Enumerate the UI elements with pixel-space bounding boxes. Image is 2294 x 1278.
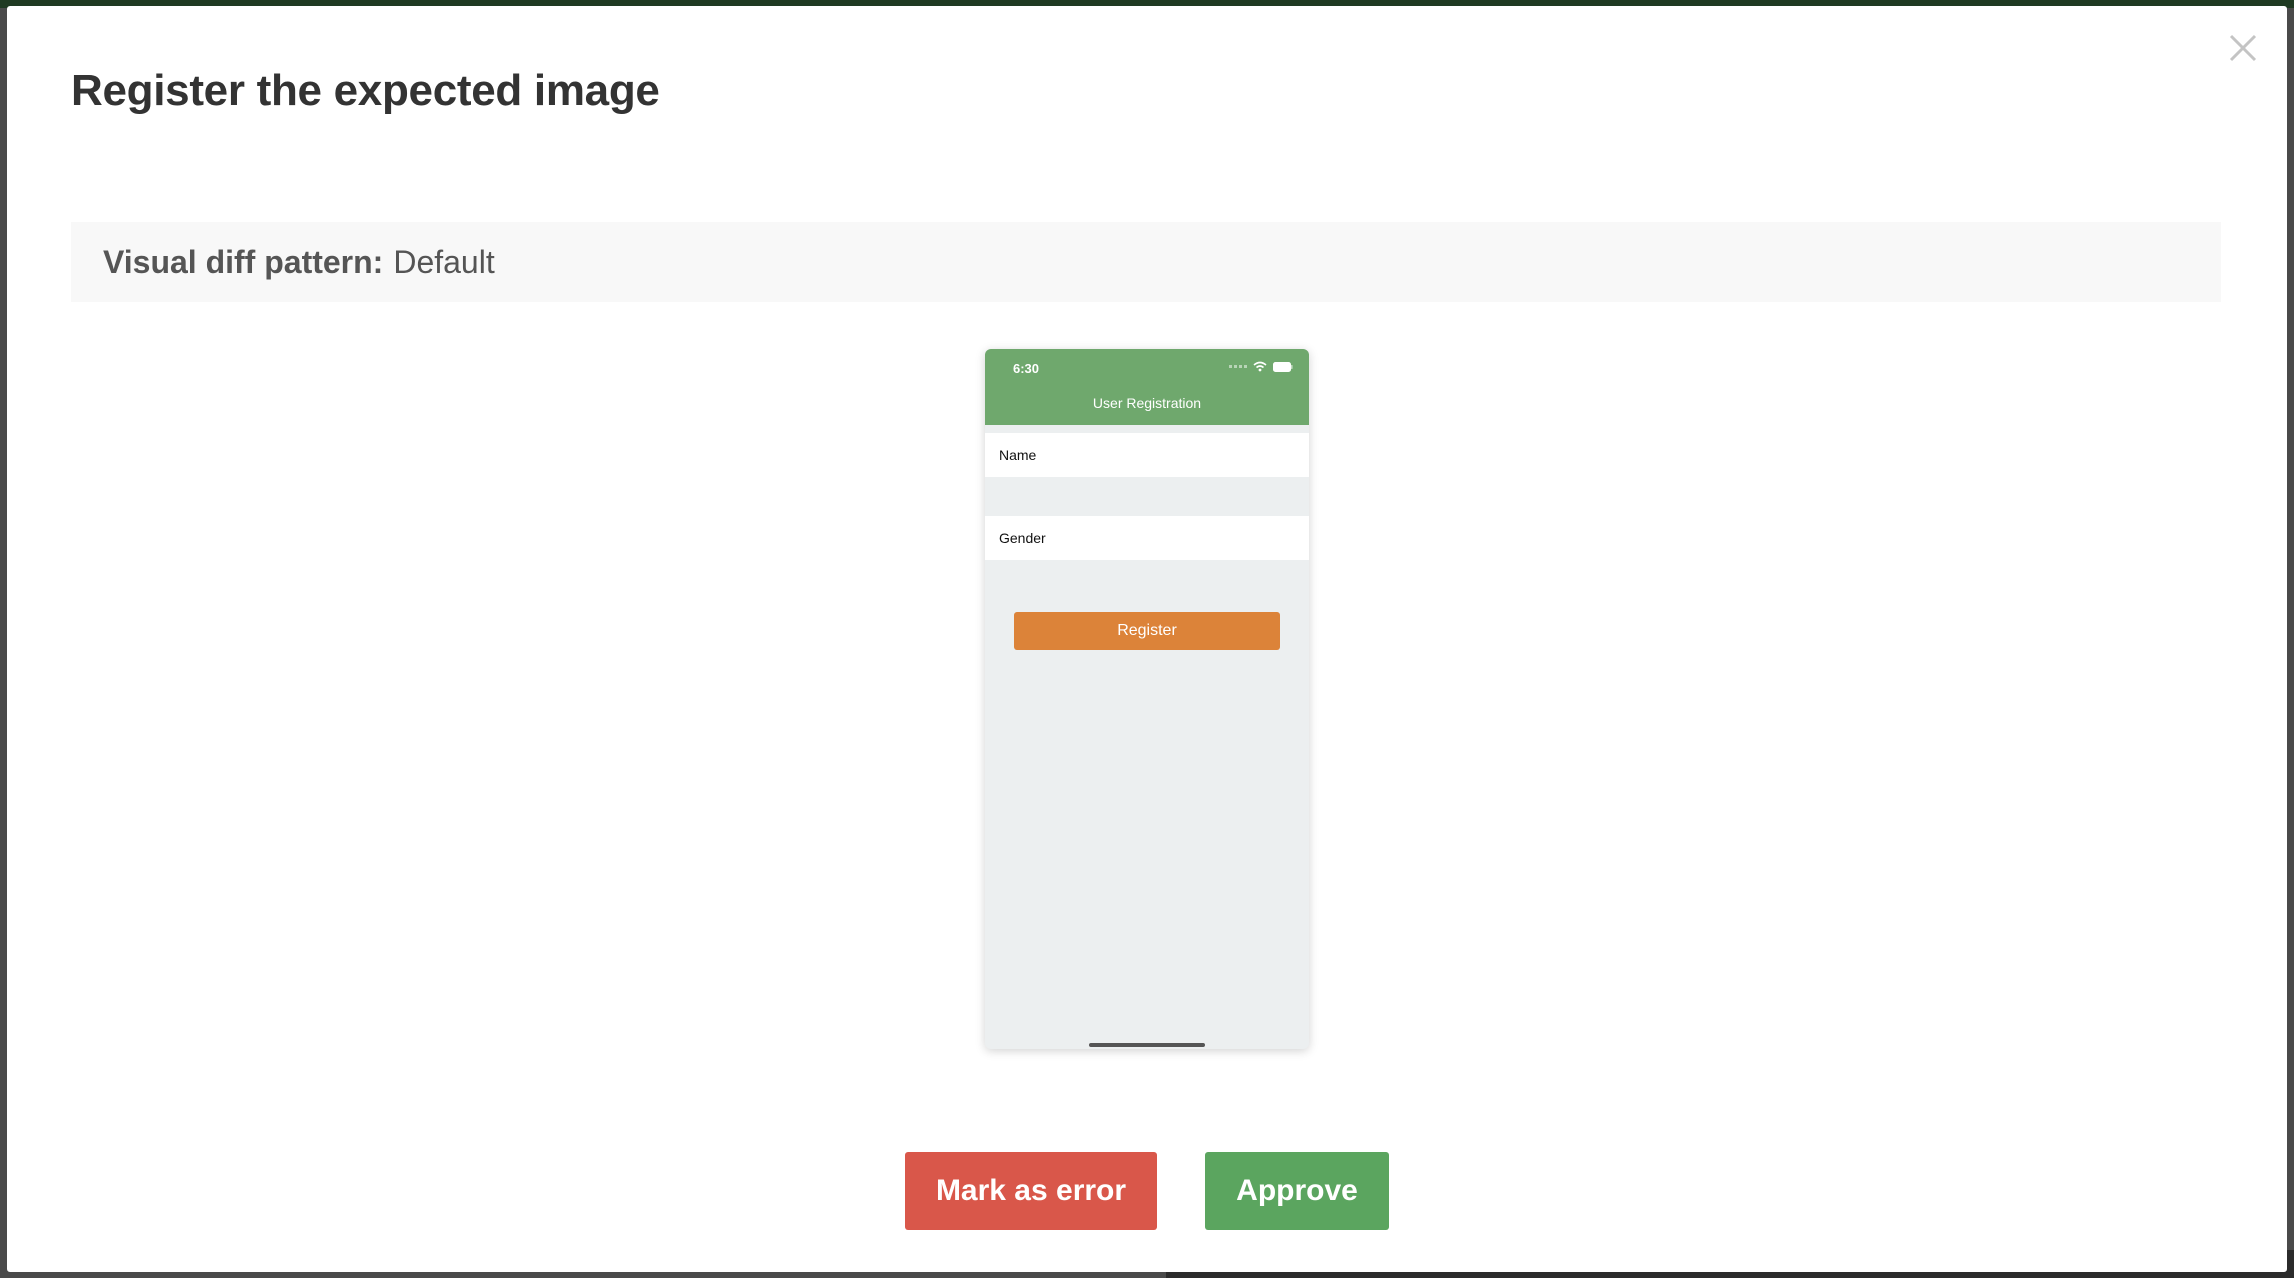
wifi-icon: [1253, 361, 1267, 372]
close-button[interactable]: [2223, 28, 2263, 68]
battery-icon: [1273, 361, 1293, 372]
modal-title: Register the expected image: [71, 66, 660, 115]
phone-screen-title: User Registration: [1092, 395, 1202, 411]
approve-button[interactable]: Approve: [1205, 1152, 1389, 1230]
status-icons: [1229, 361, 1293, 372]
phone-header: 6:30 User Registration: [985, 349, 1309, 425]
expected-image-preview: 6:30 User Registration Name Gender Regis…: [985, 349, 1309, 1049]
home-indicator: [1089, 1043, 1205, 1047]
visual-diff-pattern: Visual diff pattern: Default: [71, 222, 2221, 302]
pattern-value: Default: [393, 243, 495, 280]
name-field: Name: [985, 433, 1309, 477]
pattern-label: Visual diff pattern:: [103, 243, 384, 280]
gender-field: Gender: [985, 516, 1309, 560]
register-image-modal: Register the expected image Visual diff …: [7, 6, 2287, 1272]
status-time: 6:30: [1013, 361, 1040, 376]
signal-icon: [1229, 365, 1247, 368]
mark-as-error-button[interactable]: Mark as error: [905, 1152, 1157, 1230]
phone-register-button: Register: [1014, 612, 1280, 650]
close-icon: [2229, 34, 2257, 62]
